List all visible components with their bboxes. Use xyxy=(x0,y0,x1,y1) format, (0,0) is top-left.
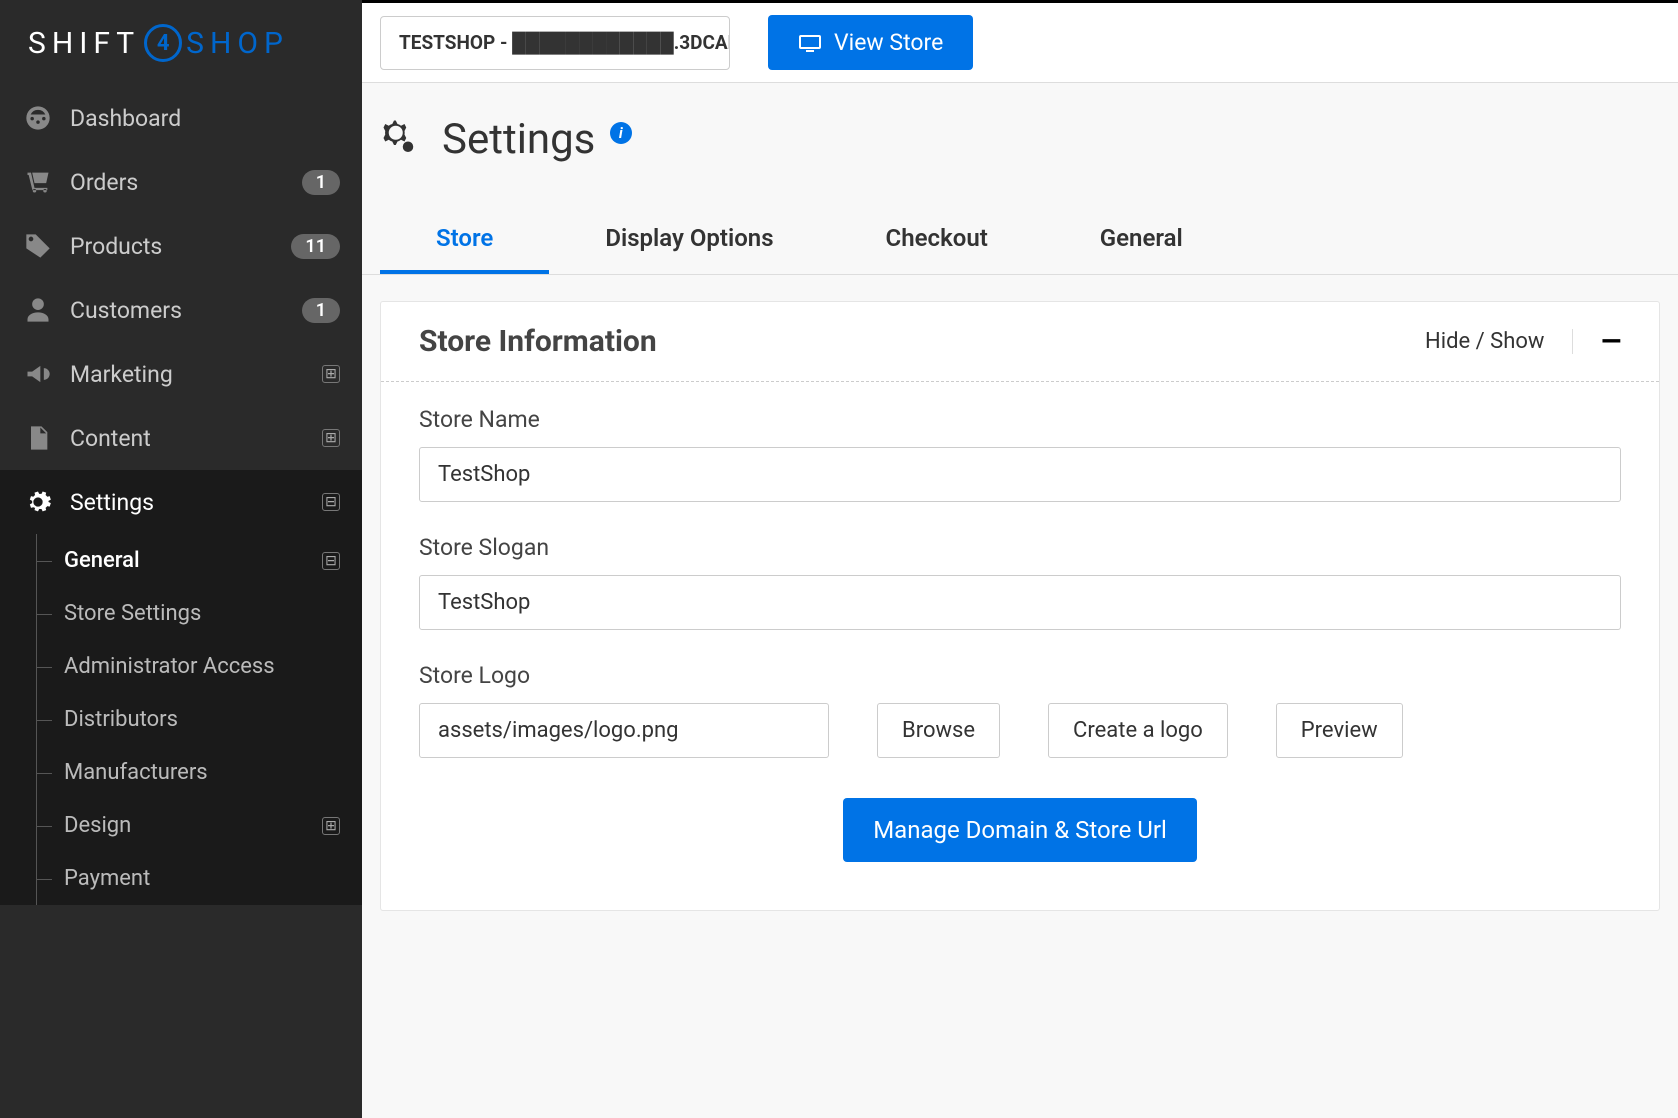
store-logo-input[interactable] xyxy=(419,703,829,758)
collapse-icon: ⊟ xyxy=(322,493,340,511)
store-name-field: Store Name xyxy=(419,406,1621,502)
panel-header: Store Information Hide / Show — xyxy=(381,302,1659,382)
store-logo-label: Store Logo xyxy=(419,662,1621,689)
store-slogan-field: Store Slogan xyxy=(419,534,1621,630)
subnav-item-payment[interactable]: Payment xyxy=(36,852,362,905)
gears-icon xyxy=(22,486,54,518)
view-store-label: View Store xyxy=(834,29,943,56)
subnav-label: Distributors xyxy=(64,707,340,732)
tags-icon xyxy=(22,230,54,262)
manage-domain-button[interactable]: Manage Domain & Store Url xyxy=(843,798,1197,862)
subnav-label: Payment xyxy=(64,866,340,891)
settings-subnav: General ⊟ Store Settings Administrator A… xyxy=(0,534,362,905)
subnav-label: Store Settings xyxy=(64,601,340,626)
logo-text-shift: SHIFT xyxy=(28,26,140,61)
customers-badge: 1 xyxy=(302,298,340,323)
create-logo-button[interactable]: Create a logo xyxy=(1048,703,1228,758)
store-slogan-input[interactable] xyxy=(419,575,1621,630)
nav-label: Products xyxy=(70,233,291,260)
monitor-icon xyxy=(798,33,822,53)
tab-checkout[interactable]: Checkout xyxy=(830,206,1044,274)
store-name-input[interactable] xyxy=(419,447,1621,502)
gears-icon xyxy=(380,117,422,163)
logo: SHIFT 4 SHOP xyxy=(0,0,362,86)
nav-label: Customers xyxy=(70,297,302,324)
sidebar-item-products[interactable]: Products 11 xyxy=(0,214,362,278)
page-header: Settings i xyxy=(362,83,1678,164)
nav-label: Content xyxy=(70,425,322,452)
collapse-button[interactable]: — xyxy=(1573,327,1621,357)
view-store-button[interactable]: View Store xyxy=(768,15,973,70)
user-icon xyxy=(22,294,54,326)
settings-tabs: Store Display Options Checkout General xyxy=(362,206,1678,275)
subnav-label: Manufacturers xyxy=(64,760,340,785)
subnav-item-distributors[interactable]: Distributors xyxy=(36,693,362,746)
subnav-item-manufacturers[interactable]: Manufacturers xyxy=(36,746,362,799)
panel-title: Store Information xyxy=(419,324,1425,359)
sidebar-item-dashboard[interactable]: Dashboard xyxy=(0,86,362,150)
page-title: Settings i xyxy=(442,115,632,164)
info-icon[interactable]: i xyxy=(610,122,632,144)
store-selector[interactable]: TESTSHOP - ████████████.3DCARTST xyxy=(380,16,730,70)
subnav-item-general[interactable]: General ⊟ xyxy=(36,534,362,587)
store-logo-field: Store Logo Browse Create a logo Preview xyxy=(419,662,1621,758)
collapse-icon: ⊟ xyxy=(322,552,340,570)
preview-button[interactable]: Preview xyxy=(1276,703,1403,758)
sidebar-item-customers[interactable]: Customers 1 xyxy=(0,278,362,342)
sidebar: SHIFT 4 SHOP Dashboard Orders 1 Products… xyxy=(0,0,362,1118)
subnav-label: Administrator Access xyxy=(64,654,340,679)
expand-icon: ⊞ xyxy=(322,429,340,447)
cart-icon xyxy=(22,166,54,198)
subnav-label: General xyxy=(64,548,322,573)
logo-four-icon: 4 xyxy=(144,24,182,62)
sidebar-item-marketing[interactable]: Marketing ⊞ xyxy=(0,342,362,406)
sidebar-item-settings[interactable]: Settings ⊟ xyxy=(0,470,362,534)
subnav-label: Design xyxy=(64,813,322,838)
sidebar-item-content[interactable]: Content ⊞ xyxy=(0,406,362,470)
tab-display-options[interactable]: Display Options xyxy=(549,206,829,274)
nav-label: Marketing xyxy=(70,361,322,388)
logo-row: Browse Create a logo Preview xyxy=(419,703,1621,758)
orders-badge: 1 xyxy=(302,170,340,195)
subnav-item-design[interactable]: Design ⊞ xyxy=(36,799,362,852)
megaphone-icon xyxy=(22,358,54,390)
topbar: TESTSHOP - ████████████.3DCARTST View St… xyxy=(362,3,1678,83)
products-badge: 11 xyxy=(291,234,340,259)
expand-icon: ⊞ xyxy=(322,365,340,383)
store-information-panel: Store Information Hide / Show — Store Na… xyxy=(380,301,1660,911)
tab-general[interactable]: General xyxy=(1044,206,1239,274)
panel-body: Store Name Store Slogan Store Logo Brows… xyxy=(381,382,1659,910)
nav-label: Dashboard xyxy=(70,105,340,132)
subnav-item-store-settings[interactable]: Store Settings xyxy=(36,587,362,640)
hide-show-toggle[interactable]: Hide / Show xyxy=(1425,329,1573,354)
logo-text-shop: SHOP xyxy=(186,26,289,61)
subnav-item-admin-access[interactable]: Administrator Access xyxy=(36,640,362,693)
document-icon xyxy=(22,422,54,454)
sidebar-item-orders[interactable]: Orders 1 xyxy=(0,150,362,214)
expand-icon: ⊞ xyxy=(322,817,340,835)
nav-label: Orders xyxy=(70,169,302,196)
store-slogan-label: Store Slogan xyxy=(419,534,1621,561)
dashboard-icon xyxy=(22,102,54,134)
tab-store[interactable]: Store xyxy=(380,206,549,274)
store-name-label: Store Name xyxy=(419,406,1621,433)
main-content: TESTSHOP - ████████████.3DCARTST View St… xyxy=(362,0,1678,1118)
nav-label: Settings xyxy=(70,489,322,516)
browse-button[interactable]: Browse xyxy=(877,703,1000,758)
